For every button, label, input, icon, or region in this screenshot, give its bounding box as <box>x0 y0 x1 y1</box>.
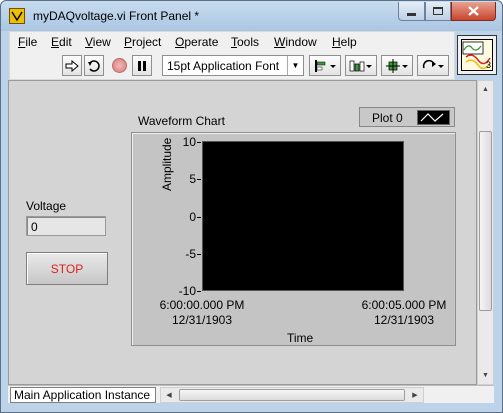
vi-icon[interactable]: 3 <box>461 39 493 71</box>
window-title: myDAQvoltage.vi Front Panel * <box>33 9 200 23</box>
x-tick-date: 12/31/1903 <box>171 313 233 327</box>
menu-view[interactable]: View <box>85 35 111 49</box>
align-objects-button[interactable] <box>309 55 341 76</box>
labview-vi-icon[interactable] <box>9 8 25 24</box>
title-bar[interactable]: myDAQvoltage.vi Front Panel * <box>1 1 502 31</box>
connector-pane[interactable]: 3 <box>457 35 497 75</box>
toolbar: 15pt Application Font ▼ <box>9 51 455 80</box>
run-continuously-icon <box>88 59 100 72</box>
y-tick-label: -5 <box>185 246 196 261</box>
y-tick-mark <box>197 291 201 292</box>
voltage-indicator[interactable]: 0 <box>26 216 106 236</box>
terminal-count: 3 <box>485 60 491 70</box>
align-objects-icon <box>315 59 336 72</box>
stop-button[interactable]: STOP <box>26 252 108 285</box>
scroll-left-icon[interactable]: ◀ <box>162 389 176 401</box>
x-tick-date: 12/31/1903 <box>373 313 435 327</box>
horizontal-scroll-thumb[interactable] <box>179 389 405 401</box>
chart-label: Waveform Chart <box>138 114 225 128</box>
minimize-button[interactable] <box>398 2 425 21</box>
stop-button-label: STOP <box>50 261 84 276</box>
resize-objects-button[interactable] <box>381 55 413 76</box>
y-axis-title: Amplitude <box>160 137 174 191</box>
scroll-down-icon[interactable]: ▼ <box>479 368 492 383</box>
font-dropdown-value: 15pt Application Font <box>167 59 280 73</box>
y-tick-label: -10 <box>178 284 196 298</box>
run-continuously-button[interactable] <box>84 55 104 76</box>
menu-window[interactable]: Window <box>274 35 317 49</box>
plot-legend[interactable]: Plot 0 <box>359 107 455 127</box>
run-button[interactable] <box>62 55 82 76</box>
application-instance: Main Application Instance <box>10 387 156 403</box>
menu-project[interactable]: Project <box>124 35 161 49</box>
horizontal-scrollbar[interactable]: ◀ ▶ <box>160 387 424 403</box>
y-tick-mark <box>197 142 201 143</box>
x-tick-time: 6:00:05.000 PM <box>361 298 447 312</box>
vertical-scrollbar[interactable]: ▲ ▼ <box>477 80 494 385</box>
reorder-button[interactable] <box>417 55 449 76</box>
pause-button[interactable] <box>132 55 152 76</box>
distribute-objects-button[interactable] <box>345 55 377 76</box>
menu-help[interactable]: Help <box>332 35 357 49</box>
menu-operate[interactable]: Operate <box>175 35 218 49</box>
pause-icon <box>138 60 146 71</box>
plot-area[interactable] <box>202 141 404 291</box>
status-bar: Main Application Instance ◀ ▶ <box>8 385 494 403</box>
chevron-down-icon: ▼ <box>287 56 303 75</box>
voltage-label: Voltage <box>26 199 67 213</box>
reorder-icon <box>422 59 444 68</box>
close-icon <box>468 6 479 16</box>
menu-bar: File Edit View Project Operate Tools Win… <box>9 31 455 51</box>
y-tick-mark <box>197 216 201 218</box>
legend-line-swatch <box>417 110 450 125</box>
minimize-icon <box>407 12 416 16</box>
resize-objects-icon <box>386 58 408 73</box>
x-axis-title: Time <box>287 331 314 345</box>
scroll-up-icon[interactable]: ▲ <box>479 82 492 97</box>
menu-file[interactable]: File <box>18 35 37 49</box>
maximize-button[interactable] <box>425 2 451 21</box>
maximize-icon <box>433 7 443 15</box>
x-tick-time: 6:00:00.000 PM <box>159 298 245 312</box>
menu-edit[interactable]: Edit <box>51 35 72 49</box>
y-tick-label: 0 <box>189 209 196 224</box>
close-button[interactable] <box>451 2 496 21</box>
run-arrow-icon <box>65 59 79 72</box>
font-dropdown[interactable]: 15pt Application Font ▼ <box>162 55 304 76</box>
y-tick-mark <box>197 253 201 255</box>
y-tick-mark <box>197 179 201 181</box>
abort-icon <box>111 58 127 73</box>
abort-button[interactable] <box>109 55 129 76</box>
legend-plot-name: Plot 0 <box>372 111 403 125</box>
menu-tools[interactable]: Tools <box>231 35 259 49</box>
distribute-objects-icon <box>349 60 372 71</box>
scroll-right-icon[interactable]: ▶ <box>408 389 422 401</box>
vertical-scroll-thumb[interactable] <box>479 131 492 311</box>
